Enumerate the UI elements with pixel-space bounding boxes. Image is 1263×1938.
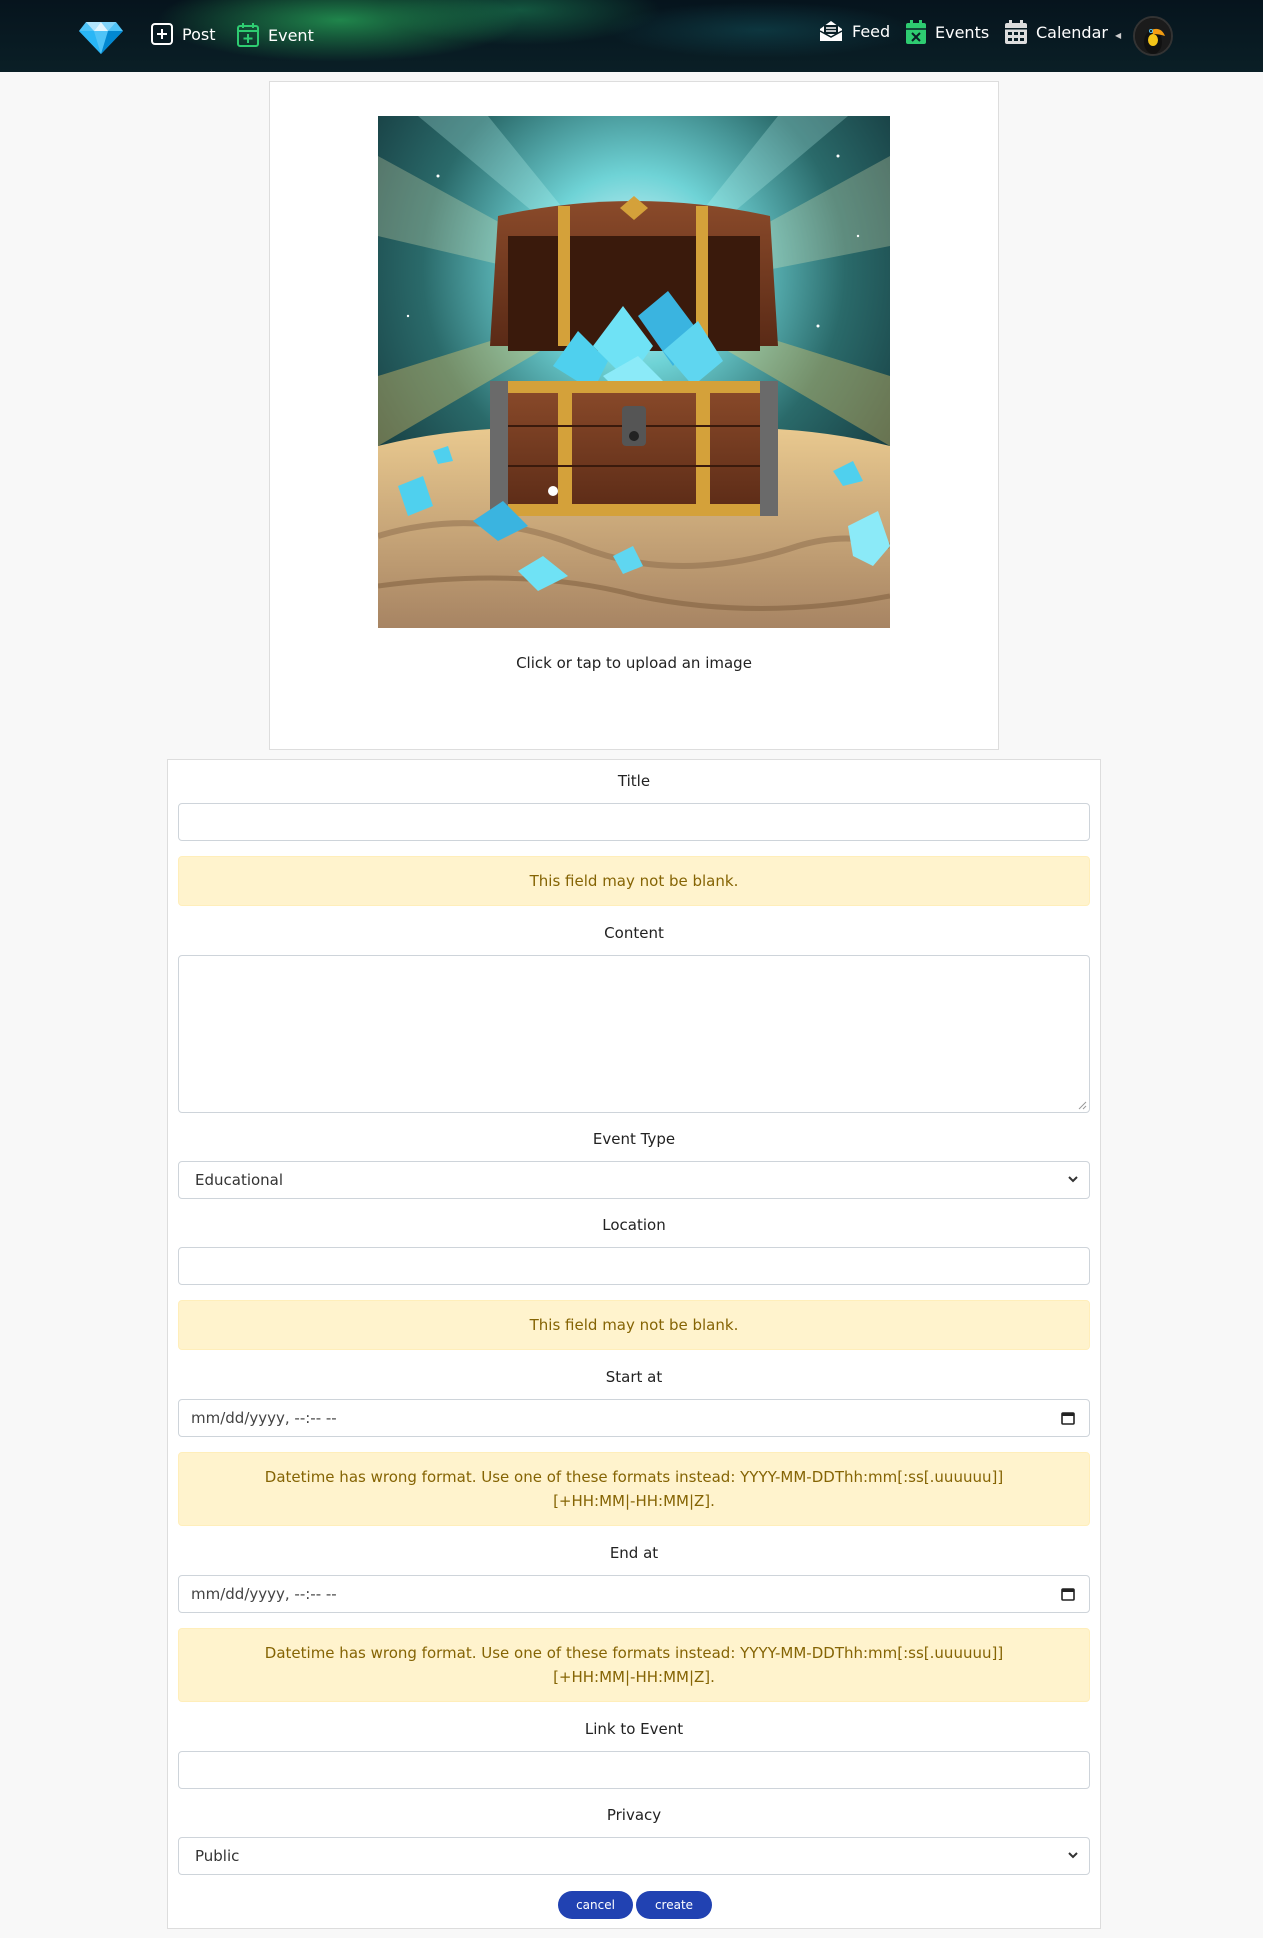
resize-grip-icon[interactable] [1077,1100,1087,1110]
title-label: Title [617,772,651,790]
top-navbar: Post Event Feed Events Calendar ◀ [0,0,1263,72]
start-at-label: Start at [605,1368,663,1386]
event-type-label: Event Type [592,1130,676,1148]
nav-event-label: Event [268,25,314,45]
nav-events-link[interactable]: Events [905,19,989,45]
chevron-down-icon [1068,1176,1078,1183]
content-textarea[interactable] [178,955,1090,1113]
end-at-label: End at [609,1544,659,1562]
caret-left-icon: ◀ [1115,31,1122,40]
calendar-grid-icon [1005,20,1027,44]
event-type-value: Educational [195,1171,284,1189]
calendar-icon[interactable] [1061,1411,1075,1425]
nav-calendar-link[interactable]: Calendar [1004,19,1108,45]
upload-image-preview[interactable] [378,116,890,628]
image-upload-card: Click or tap to upload an image [269,81,999,750]
nav-event-link[interactable]: Event [236,22,314,48]
link-label: Link to Event [584,1720,684,1738]
nav-events-label: Events [935,22,990,42]
nav-post-label: Post [182,24,216,44]
nav-calendar-label: Calendar [1036,22,1108,42]
diamond-logo-icon[interactable] [78,16,124,56]
avatar[interactable] [1133,16,1173,56]
link-input[interactable] [178,1751,1090,1789]
start-at-placeholder: mm/dd/yyyy, --:-- -- [191,1409,337,1427]
location-input[interactable] [178,1247,1090,1285]
start-at-input[interactable]: mm/dd/yyyy, --:-- -- [178,1399,1090,1437]
calendar-plus-icon [237,23,259,47]
event-type-select[interactable]: Educational [178,1161,1090,1199]
privacy-select[interactable]: Public [178,1837,1090,1875]
start-at-error-alert: Datetime has wrong format. Use one of th… [178,1452,1090,1526]
location-error-alert: This field may not be blank. [178,1300,1090,1350]
title-input[interactable] [178,803,1090,841]
end-at-placeholder: mm/dd/yyyy, --:-- -- [191,1585,337,1603]
content-label: Content [604,924,664,942]
nav-feed-label: Feed [852,21,891,41]
create-button[interactable]: create [636,1891,712,1919]
envelope-open-icon [819,21,843,41]
event-form: Title This field may not be blank. Conte… [167,759,1101,1929]
end-at-input[interactable]: mm/dd/yyyy, --:-- -- [178,1575,1090,1613]
privacy-label: Privacy [606,1806,662,1824]
end-at-error-alert: Datetime has wrong format. Use one of th… [178,1628,1090,1702]
location-label: Location [602,1216,666,1234]
chevron-down-icon [1068,1852,1078,1859]
plus-square-icon [151,23,173,45]
nav-post-link[interactable]: Post [150,22,215,46]
toucan-avatar-icon [1135,18,1171,54]
upload-image-label: Click or tap to upload an image [516,654,752,672]
calendar-icon[interactable] [1061,1587,1075,1601]
nav-feed-link[interactable]: Feed [818,19,890,43]
title-error-alert: This field may not be blank. [178,856,1090,906]
cancel-button[interactable]: cancel [558,1891,633,1919]
privacy-value: Public [195,1847,240,1865]
calendar-x-icon [906,20,926,44]
treasure-chest-image [378,116,890,628]
